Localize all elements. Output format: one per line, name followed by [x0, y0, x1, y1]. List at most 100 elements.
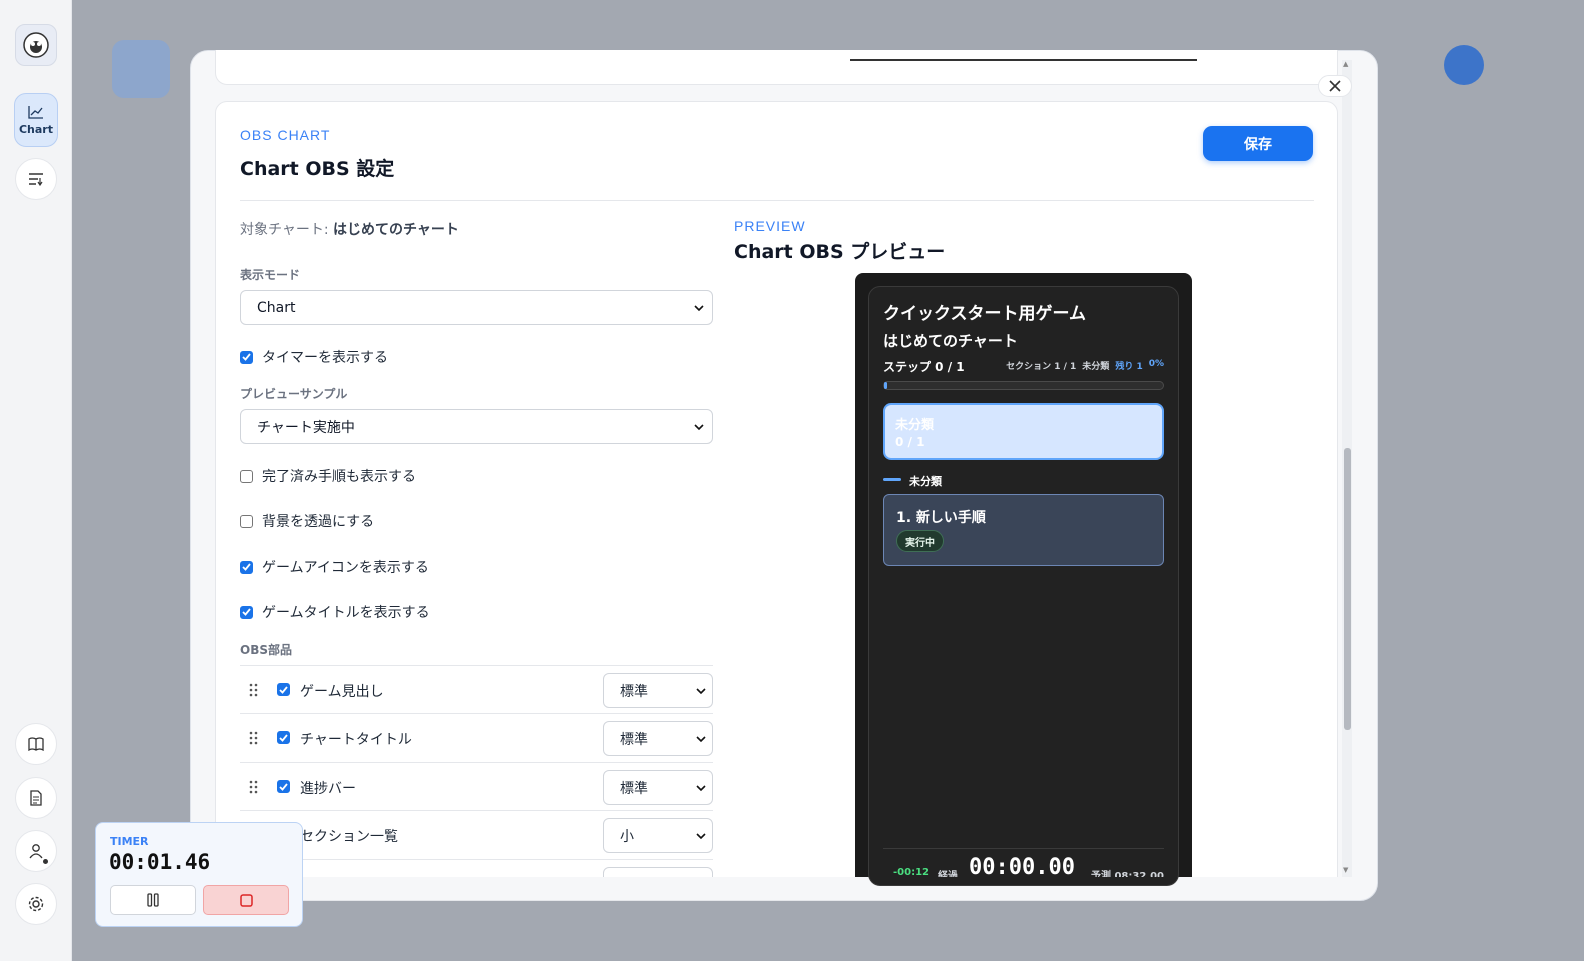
part-size-select[interactable]: 標準: [603, 673, 713, 708]
preview-game-title: クイックスタート用ゲーム: [883, 304, 1086, 324]
checkbox-label: ゲームアイコンを表示する: [262, 560, 429, 576]
checkbox-show-game-title[interactable]: ゲームタイトルを表示する: [240, 602, 430, 622]
checkbox[interactable]: [277, 780, 290, 793]
rail-guide-button[interactable]: [15, 723, 57, 765]
footer-time: 00:00.00: [969, 855, 1075, 877]
check-icon: [242, 608, 251, 616]
part-label: セクション一覧: [300, 829, 398, 845]
checkbox[interactable]: [277, 683, 290, 696]
save-button[interactable]: 保存: [1203, 126, 1313, 161]
obs-part-row[interactable]: ゲーム見出し 標準: [240, 665, 713, 714]
close-button[interactable]: [1318, 75, 1352, 97]
part-size-value: 標準: [620, 780, 648, 797]
footer-delta: -00:12: [893, 867, 929, 877]
preview-step-progress: ステップ 0 / 1: [883, 360, 965, 374]
timer-value: 00:01.46: [109, 850, 211, 874]
group-marker: [883, 478, 901, 481]
preview-footer: -00:12 経過 00:00.00 予測 08:32.00: [883, 853, 1164, 877]
section-card-count: 0 / 1: [895, 435, 925, 449]
modal-bottom-edge: [191, 877, 1377, 900]
preview-title: Chart OBS プレビュー: [734, 241, 946, 263]
chevron-down-icon: [694, 305, 704, 312]
checkbox-show-game-icon[interactable]: ゲームアイコンを表示する: [240, 557, 429, 577]
timer-label: TIMER: [110, 835, 149, 848]
rail-chart-label: Chart: [18, 122, 53, 136]
checkbox[interactable]: [240, 560, 253, 574]
target-chart: 対象チャート: はじめてのチャート: [240, 219, 459, 239]
obs-part-row[interactable]: [240, 859, 713, 877]
rail-list-button[interactable]: [15, 158, 57, 200]
preview-sample-select[interactable]: チャート実施中: [240, 409, 713, 444]
list-settings-icon: [29, 173, 43, 186]
check-icon: [279, 733, 288, 742]
part-label: 進捗バー: [300, 781, 356, 797]
preview-chart-title: はじめてのチャート: [883, 332, 1018, 350]
checkbox[interactable]: [277, 731, 290, 744]
obs-part-row[interactable]: 進捗バー 標準: [240, 762, 713, 811]
checkbox[interactable]: [240, 514, 253, 528]
chevron-down-icon: [696, 833, 706, 840]
checkbox[interactable]: [240, 605, 253, 619]
part-label: チャートタイトル: [300, 732, 412, 748]
bg-tile: [112, 40, 170, 98]
preview-progress-meta: セクション 1 / 1 未分類 残り 1 0%: [1006, 359, 1164, 372]
pause-icon: [147, 893, 159, 907]
checkbox-label: 背景を透過にする: [262, 514, 375, 530]
close-icon: [1329, 80, 1341, 92]
left-rail: Chart: [0, 0, 72, 961]
user-icon: [29, 844, 43, 859]
step-status-badge: 実行中: [896, 530, 944, 552]
rail-settings-button[interactable]: [15, 883, 57, 925]
status-dot: [43, 859, 48, 864]
app-logo[interactable]: [15, 24, 57, 66]
section-eyebrow: OBS CHART: [240, 127, 331, 143]
chevron-down-icon: [696, 688, 706, 695]
checkbox[interactable]: [240, 350, 253, 364]
obs-part-row[interactable]: チャートタイトル 標準: [240, 713, 713, 762]
check-icon: [242, 353, 251, 361]
checkbox-transparent-bg[interactable]: 背景を透過にする: [240, 511, 374, 531]
obs-part-row[interactable]: セクション一覧 小: [240, 810, 713, 859]
line-chart-icon: [28, 105, 43, 119]
preview-sample-value: チャート実施中: [257, 419, 355, 436]
previous-card-line: [850, 59, 1197, 61]
part-size-select[interactable]: [603, 867, 713, 877]
gear-icon: [28, 896, 44, 912]
footer-forecast: 予測 08:32.00: [1090, 871, 1164, 877]
drag-handle-icon[interactable]: [249, 683, 259, 697]
part-size-value: 標準: [620, 731, 648, 748]
previous-card: [215, 50, 1338, 85]
part-label: ゲーム見出し: [300, 684, 384, 700]
preview-sample-label: プレビューサンプル: [240, 387, 348, 401]
scrollbar-thumb[interactable]: [1344, 448, 1351, 730]
check-icon: [242, 563, 251, 571]
stop-button[interactable]: [203, 885, 289, 915]
part-size-select[interactable]: 標準: [603, 721, 713, 756]
rail-document-button[interactable]: [15, 777, 57, 819]
checkbox-show-completed[interactable]: 完了済み手順も表示する: [240, 466, 416, 486]
bg-avatar: [1444, 45, 1484, 85]
chevron-down-icon: [696, 736, 706, 743]
display-mode-value: Chart: [257, 299, 296, 316]
display-mode-select[interactable]: Chart: [240, 290, 713, 325]
checkbox-label: タイマーを表示する: [262, 350, 388, 366]
checkbox[interactable]: [240, 469, 253, 483]
scroll-up-icon[interactable]: ▲: [1343, 60, 1348, 68]
rail-chart-button[interactable]: Chart: [14, 93, 58, 147]
preview-section-card: 未分類 0 / 1: [883, 403, 1164, 460]
part-size-select[interactable]: 小: [603, 818, 713, 853]
check-icon: [279, 782, 288, 791]
chevron-down-icon: [694, 424, 704, 431]
pause-button[interactable]: [110, 885, 196, 915]
checkbox-show-timer[interactable]: タイマーを表示する: [240, 347, 388, 367]
rail-account-button[interactable]: [15, 830, 57, 872]
section-name-small: 未分類: [1082, 362, 1110, 372]
step-title: 1. 新しい手順: [896, 510, 986, 526]
drag-handle-icon[interactable]: [249, 731, 259, 745]
target-prefix: 対象チャート:: [240, 222, 329, 238]
part-size-select[interactable]: 標準: [603, 770, 713, 805]
remaining-count: 残り 1: [1115, 362, 1143, 372]
scroll-down-icon[interactable]: ▼: [1343, 866, 1348, 874]
preview-group-header: 未分類: [909, 475, 942, 488]
drag-handle-icon[interactable]: [249, 780, 259, 794]
